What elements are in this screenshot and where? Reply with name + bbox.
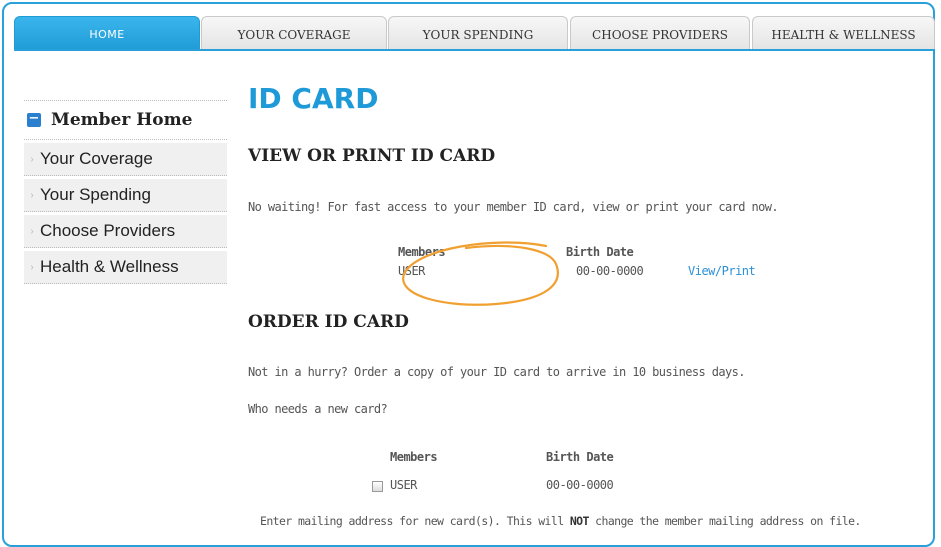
highlight-circle-annotation: [402, 241, 559, 306]
tab-home[interactable]: HOME: [14, 16, 200, 50]
member-checkbox[interactable]: [372, 481, 383, 492]
order-question: Who needs a new card?: [248, 402, 388, 416]
chevron-right-icon: ›: [30, 189, 34, 201]
sidebar-item-label: Choose Providers: [40, 221, 176, 240]
order-member-birth-date: 00-00-0000: [546, 478, 614, 492]
sidebar-item-label: Your Spending: [40, 185, 151, 204]
order-members-header: Members: [390, 450, 438, 464]
chevron-right-icon: ›: [30, 261, 34, 273]
mailing-address-note: Enter mailing address for new card(s). T…: [260, 514, 861, 528]
sidebar-header-label: Member Home: [51, 110, 193, 130]
order-member-name: USER: [390, 478, 417, 492]
collapse-icon[interactable]: −: [27, 112, 41, 127]
sidebar: − Member Home › Your Coverage › Your Spe…: [24, 100, 227, 284]
sidebar-item-label: Your Coverage: [40, 149, 153, 168]
sidebar-item-label: Health & Wellness: [40, 257, 179, 276]
sidebar-item-your-spending[interactable]: › Your Spending: [24, 179, 227, 212]
main-content: ID CARD VIEW OR PRINT ID CARD No waiting…: [248, 82, 928, 528]
sidebar-item-choose-providers[interactable]: › Choose Providers: [24, 215, 227, 248]
page-title: ID CARD: [248, 82, 379, 115]
tab-underline: [14, 49, 935, 51]
order-section-heading: ORDER ID CARD: [248, 312, 409, 332]
tab-your-spending[interactable]: YOUR SPENDING: [388, 16, 568, 50]
order-birth-date-header: Birth Date: [546, 450, 614, 464]
tab-your-coverage[interactable]: YOUR COVERAGE: [201, 16, 387, 50]
tab-choose-providers[interactable]: CHOOSE PROVIDERS: [570, 16, 750, 50]
sidebar-header[interactable]: − Member Home: [24, 100, 227, 140]
view-birth-date-header: Birth Date: [566, 245, 634, 259]
tab-health-wellness[interactable]: HEALTH & WELLNESS: [752, 16, 935, 50]
order-description: Not in a hurry? Order a copy of your ID …: [248, 365, 745, 379]
mailing-note-emphasis: NOT: [569, 514, 590, 528]
sidebar-item-health-wellness[interactable]: › Health & Wellness: [24, 251, 227, 284]
mailing-note-prefix: Enter mailing address for new card(s). T…: [260, 514, 570, 528]
view-section-heading: VIEW OR PRINT ID CARD: [248, 146, 496, 166]
chevron-right-icon: ›: [30, 153, 34, 165]
chevron-right-icon: ›: [30, 225, 34, 237]
mailing-note-suffix: change the member mailing address on fil…: [588, 514, 861, 528]
view-member-birth-date: 00-00-0000: [576, 264, 644, 278]
view-print-link[interactable]: View/Print: [688, 264, 756, 278]
view-description: No waiting! For fast access to your memb…: [248, 200, 779, 214]
sidebar-item-your-coverage[interactable]: › Your Coverage: [24, 143, 227, 176]
